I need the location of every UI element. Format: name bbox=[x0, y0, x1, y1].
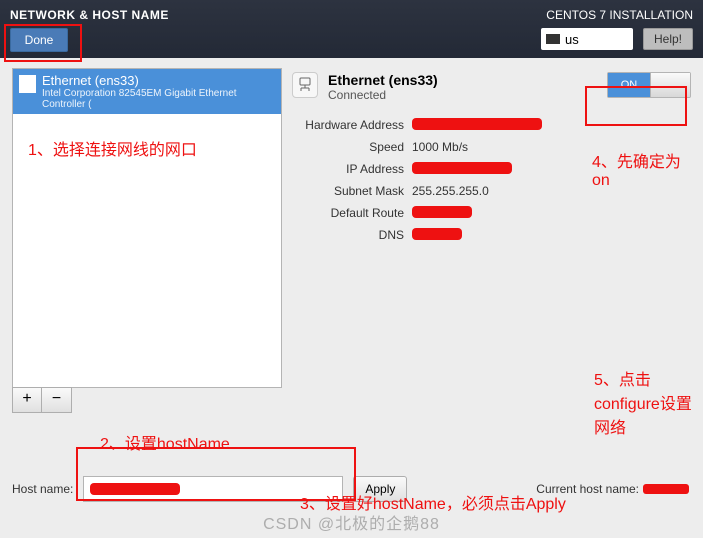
nic-item[interactable]: Ethernet (ens33) Intel Corporation 82545… bbox=[13, 69, 281, 114]
keyboard-indicator[interactable]: us bbox=[541, 28, 633, 50]
dns-value bbox=[412, 228, 462, 240]
ethernet-icon bbox=[19, 75, 36, 93]
speed-value: 1000 Mb/s bbox=[412, 140, 573, 154]
mask-label: Subnet Mask bbox=[292, 184, 404, 198]
hw-addr-value bbox=[412, 118, 542, 130]
done-button[interactable]: Done bbox=[10, 28, 68, 52]
hostname-input[interactable] bbox=[83, 476, 343, 502]
remove-nic-button[interactable]: − bbox=[42, 387, 72, 413]
speed-label: Speed bbox=[292, 140, 404, 154]
eth-detail-title: Ethernet (ens33) bbox=[328, 72, 438, 88]
current-hostname-value bbox=[643, 484, 689, 494]
add-nic-button[interactable]: + bbox=[12, 387, 42, 413]
hostname-value bbox=[90, 483, 180, 495]
ip-label: IP Address bbox=[292, 162, 404, 176]
header-bar: NETWORK & HOST NAME Done CENTOS 7 INSTAL… bbox=[0, 0, 703, 58]
keyboard-icon bbox=[546, 34, 560, 44]
toggle-on-label: ON bbox=[608, 73, 650, 97]
route-label: Default Route bbox=[292, 206, 404, 220]
network-toggle[interactable]: ON bbox=[607, 72, 691, 98]
hw-addr-label: Hardware Address bbox=[292, 118, 404, 132]
keyboard-layout-label: us bbox=[565, 32, 579, 47]
ethernet-large-icon bbox=[292, 72, 318, 98]
toggle-knob bbox=[650, 73, 690, 97]
current-hostname-label: Current host name: bbox=[536, 482, 639, 496]
help-button[interactable]: Help! bbox=[643, 28, 693, 50]
mask-value: 255.255.255.0 bbox=[412, 184, 573, 198]
dns-label: DNS bbox=[292, 228, 404, 242]
apply-button[interactable]: Apply bbox=[353, 476, 407, 502]
eth-status: Connected bbox=[328, 88, 438, 102]
nic-title: Ethernet (ens33) bbox=[42, 73, 275, 88]
nic-list[interactable]: Ethernet (ens33) Intel Corporation 82545… bbox=[12, 68, 282, 388]
installer-title: CENTOS 7 INSTALLATION bbox=[546, 8, 693, 22]
ip-value bbox=[412, 162, 512, 174]
page-title: NETWORK & HOST NAME bbox=[10, 8, 169, 22]
route-value bbox=[412, 206, 472, 218]
hostname-label: Host name: bbox=[12, 482, 73, 496]
watermark: CSDN @北极的企鹅88 bbox=[0, 510, 703, 534]
nic-subtitle: Intel Corporation 82545EM Gigabit Ethern… bbox=[42, 88, 275, 110]
